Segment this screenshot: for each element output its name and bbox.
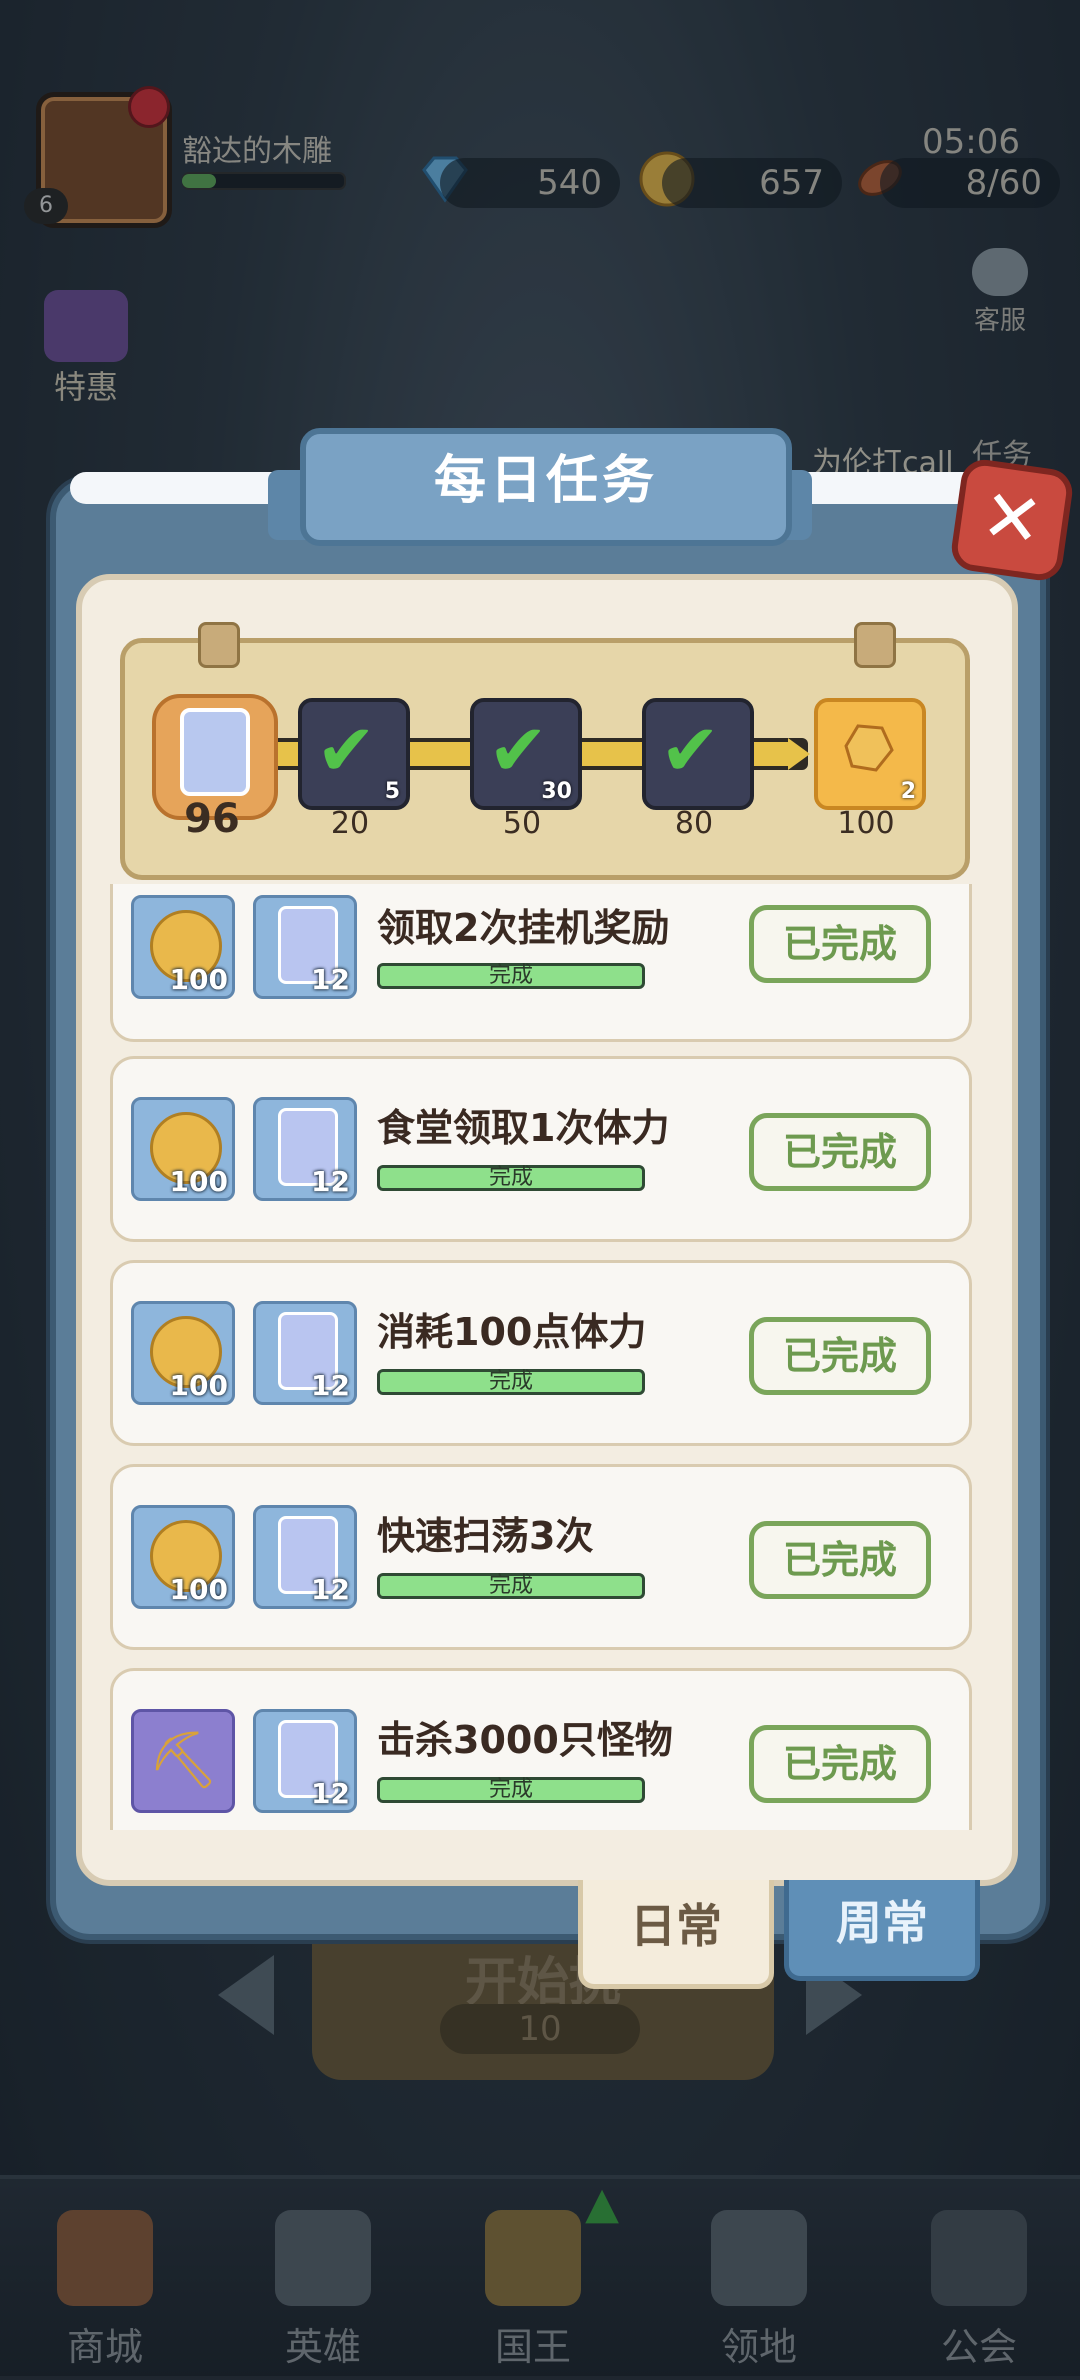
reward-card[interactable]: 12 xyxy=(253,1097,357,1201)
progress-arrow xyxy=(788,738,810,770)
reward-amount: 100 xyxy=(169,1165,228,1198)
pin-right xyxy=(854,622,896,668)
reward-card[interactable]: 12 xyxy=(253,1709,357,1813)
milestone-chest-80[interactable]: ✔ xyxy=(642,698,754,810)
reward-coin[interactable]: 100 xyxy=(131,1097,235,1201)
milestone-label: 50 xyxy=(502,806,542,841)
milestone-chest-100[interactable]: 2 xyxy=(814,698,926,810)
reward-amount: 100 xyxy=(169,1573,228,1606)
reward-amount: 12 xyxy=(311,1165,350,1198)
completed-button[interactable]: 已完成 xyxy=(749,1521,931,1599)
milestone-chest-20[interactable]: ✔ 5 xyxy=(298,698,410,810)
tab-daily[interactable]: 日常 xyxy=(578,1880,774,1989)
task-progress: 完成 xyxy=(377,963,645,989)
completed-button[interactable]: 已完成 xyxy=(749,1725,931,1803)
pin-left xyxy=(198,622,240,668)
milestone-label: 100 xyxy=(837,806,895,841)
task-item: 100 12 消耗100点体力 完成 已完成 xyxy=(110,1260,972,1446)
task-name: 领取2次挂机奖励 xyxy=(377,906,670,950)
task-item: 100 12 快速扫荡3次 完成 已完成 xyxy=(110,1464,972,1650)
task-name: 击杀3000只怪物 xyxy=(377,1718,673,1762)
milestone-count: 5 xyxy=(384,779,400,804)
task-list[interactable]: 100 12 领取2次挂机奖励 完成 已完成 100 12 食堂领取1次体力 完… xyxy=(110,884,976,1830)
tab-weekly[interactable]: 周常 xyxy=(784,1880,980,1981)
reward-coin[interactable]: 100 xyxy=(131,1505,235,1609)
task-item: 100 12 领取2次挂机奖励 完成 已完成 xyxy=(110,884,972,1042)
completed-button[interactable]: 已完成 xyxy=(749,1113,931,1191)
reward-amount: 12 xyxy=(311,1573,350,1606)
reward-amount: 12 xyxy=(311,1369,350,1402)
heart-card-icon xyxy=(180,708,250,796)
reward-coin[interactable]: 100 xyxy=(131,895,235,999)
check-icon: ✔ xyxy=(488,708,549,792)
reward-card[interactable]: 12 xyxy=(253,1301,357,1405)
gold-ore-icon xyxy=(844,724,894,772)
milestone-count: 2 xyxy=(900,779,916,804)
reward-card[interactable]: 12 xyxy=(253,895,357,999)
task-name: 快速扫荡3次 xyxy=(377,1514,594,1558)
task-name: 食堂领取1次体力 xyxy=(377,1106,670,1150)
check-icon: ✔ xyxy=(316,708,377,792)
reward-coin[interactable]: 100 xyxy=(131,1301,235,1405)
task-progress: 完成 xyxy=(377,1369,645,1395)
activity-score: 96 xyxy=(184,796,240,842)
task-progress: 完成 xyxy=(377,1573,645,1599)
reward-amount: 100 xyxy=(169,1369,228,1402)
check-icon: ✔ xyxy=(660,708,721,792)
completed-button[interactable]: 已完成 xyxy=(749,905,931,983)
task-item: ⛏ 12 击杀3000只怪物 完成 已完成 xyxy=(110,1668,972,1830)
reward-card[interactable]: 12 xyxy=(253,1505,357,1609)
task-progress: 完成 xyxy=(377,1165,645,1191)
task-name: 消耗100点体力 xyxy=(377,1310,647,1354)
reward-amount: 12 xyxy=(311,963,350,996)
task-item: 100 12 食堂领取1次体力 完成 已完成 xyxy=(110,1056,972,1242)
task-progress: 完成 xyxy=(377,1777,645,1803)
panel-title: 每日任务 xyxy=(300,428,792,546)
milestone-label: 80 xyxy=(674,806,714,841)
reward-pickaxe[interactable]: ⛏ xyxy=(131,1709,235,1813)
milestone-label: 20 xyxy=(330,806,370,841)
reward-amount: 12 xyxy=(311,1777,350,1810)
completed-button[interactable]: 已完成 xyxy=(749,1317,931,1395)
close-button[interactable]: ✕ xyxy=(948,456,1076,584)
milestone-count: 30 xyxy=(541,779,572,804)
reward-amount: 100 xyxy=(169,963,228,996)
milestone-chest-50[interactable]: ✔ 30 xyxy=(470,698,582,810)
pickaxe-icon: ⛏ xyxy=(148,1728,220,1793)
